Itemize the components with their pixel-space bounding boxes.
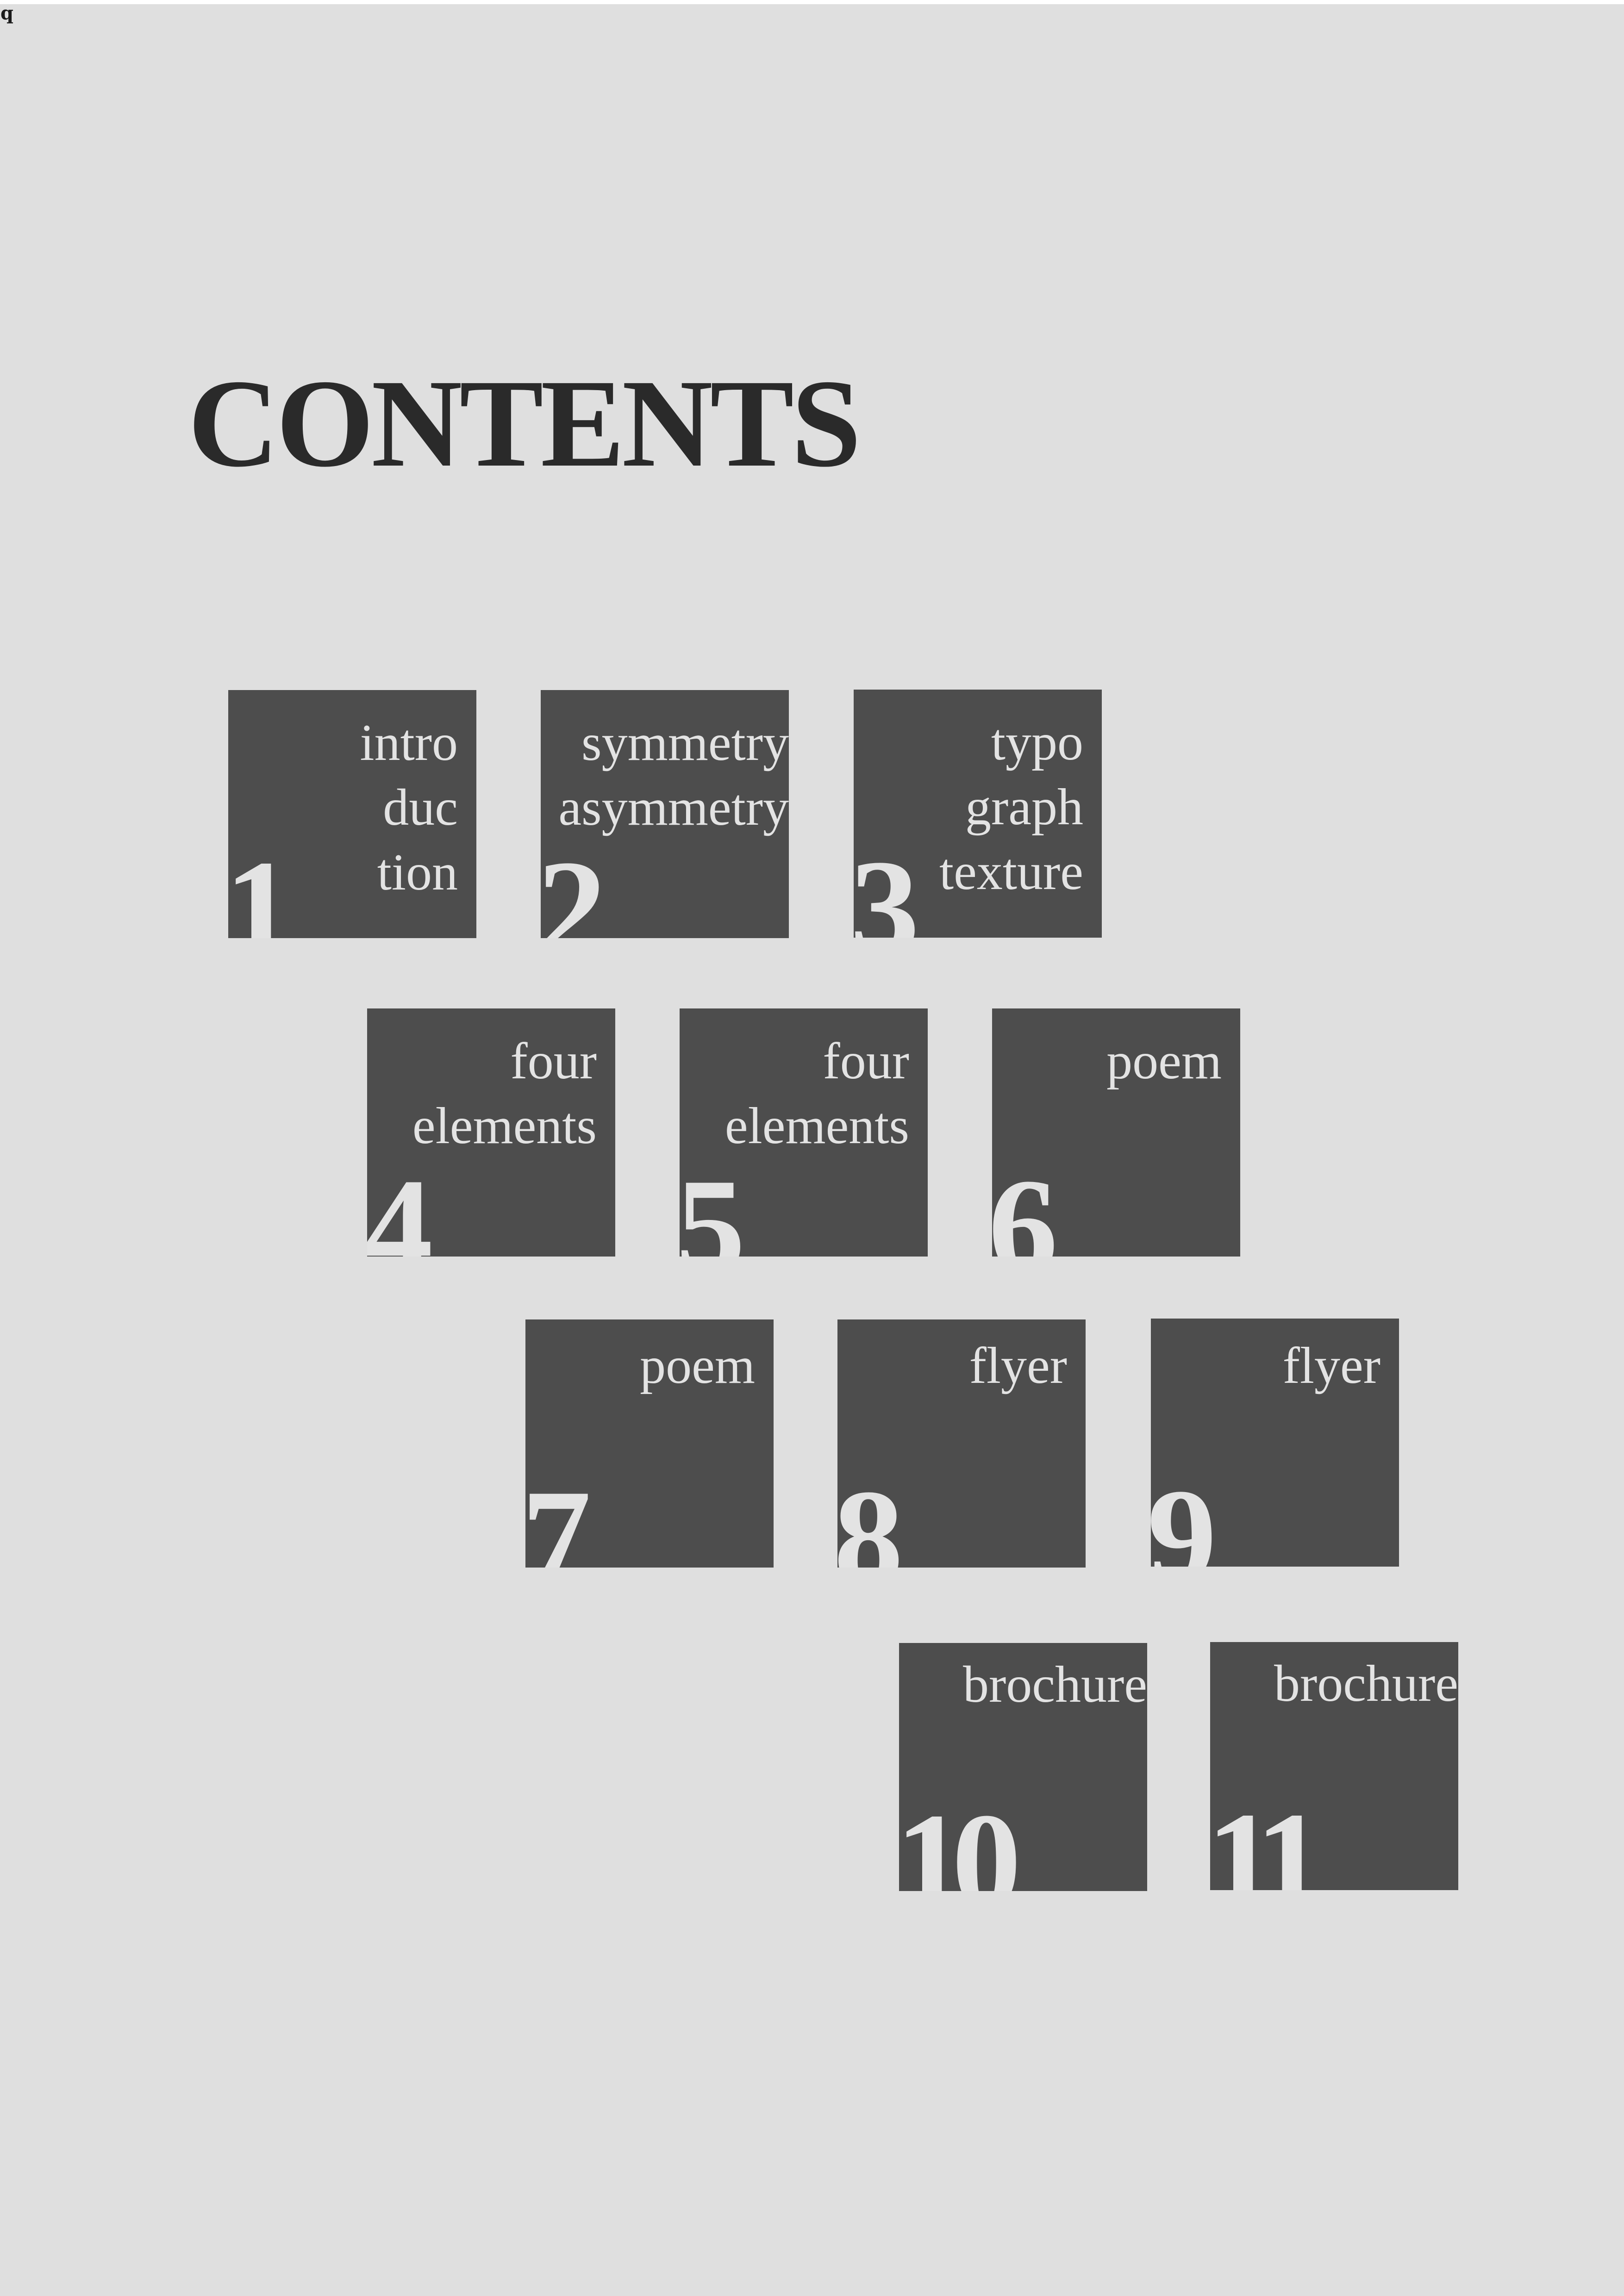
entry-9-label-line-1: flyer: [1282, 1337, 1380, 1394]
contents-entry-10[interactable]: 10 brochure: [899, 1643, 1147, 1891]
entry-9-label: flyer: [1283, 1333, 1380, 1398]
entry-6-label: poem: [1106, 1029, 1222, 1094]
entry-4-number: 4: [367, 1150, 433, 1257]
page-title: CONTENTS: [188, 354, 861, 493]
entry-4-label-line-2: elements: [412, 1097, 597, 1155]
entry-5-number: 5: [680, 1150, 745, 1257]
contents-entry-6[interactable]: 6 poem: [992, 1008, 1240, 1257]
contents-entry-3[interactable]: 3 typo graph texture: [854, 690, 1102, 938]
entry-7-label-line-1: poem: [640, 1337, 755, 1394]
entry-6-label-line-1: poem: [1106, 1033, 1222, 1090]
contents-entry-11[interactable]: 11 brochure: [1210, 1642, 1458, 1890]
entry-3-label-line-1: typo: [991, 714, 1083, 771]
contents-entry-4[interactable]: 4 four elements: [367, 1008, 615, 1257]
entry-11-label-line-1: brochure: [1274, 1655, 1458, 1712]
entry-3-label: typo graph texture: [939, 710, 1083, 904]
contents-page: q CONTENTS 1 intro duc tion 2 symmetry a…: [0, 4, 1624, 2296]
entry-4-label: four elements: [412, 1029, 597, 1158]
contents-entry-1[interactable]: 1 intro duc tion: [228, 690, 476, 938]
entry-9-number: 9: [1151, 1460, 1217, 1567]
entry-5-label-line-2: elements: [725, 1097, 909, 1155]
contents-entry-5[interactable]: 5 four elements: [680, 1008, 928, 1257]
entry-1-label-line-1: intro: [360, 714, 458, 772]
entry-8-label: flyer: [969, 1333, 1067, 1398]
entry-6-number: 6: [992, 1150, 1058, 1257]
entry-2-label: symmetry asymmetry: [558, 710, 789, 840]
contents-entry-8[interactable]: 8 flyer: [837, 1319, 1086, 1568]
entry-10-number: 10: [899, 1785, 1021, 1891]
entry-2-number: 2: [541, 832, 606, 938]
entry-1-label-line-3: tion: [377, 844, 458, 901]
entry-1-label: intro duc tion: [360, 710, 458, 905]
entry-10-label: brochure: [963, 1652, 1147, 1717]
entry-5-label-line-1: four: [823, 1033, 909, 1090]
entry-11-number: 11: [1210, 1784, 1325, 1890]
entry-1-number: 1: [228, 832, 294, 938]
entry-3-number: 3: [854, 831, 919, 938]
entry-10-label-line-1: brochure: [962, 1656, 1147, 1713]
entry-8-label-line-1: flyer: [969, 1337, 1067, 1394]
contents-entry-2[interactable]: 2 symmetry asymmetry: [541, 690, 789, 938]
contents-entry-7[interactable]: 7 poem: [525, 1319, 774, 1568]
corner-mark: q: [0, 2, 13, 24]
entry-11-label: brochure: [1274, 1651, 1458, 1716]
entry-3-label-line-2: graph: [965, 778, 1083, 836]
entry-4-label-line-1: four: [510, 1033, 597, 1090]
entry-8-number: 8: [837, 1461, 903, 1568]
contents-entry-9[interactable]: 9 flyer: [1151, 1319, 1399, 1567]
entry-2-label-line-2: asymmetry: [558, 779, 789, 836]
entry-7-number: 7: [525, 1461, 591, 1568]
entry-7-label: poem: [640, 1333, 755, 1398]
entry-5-label: four elements: [725, 1029, 909, 1158]
entry-2-label-line-1: symmetry: [581, 714, 789, 772]
entry-1-label-line-2: duc: [383, 779, 458, 836]
entry-3-label-line-3: texture: [939, 843, 1083, 901]
